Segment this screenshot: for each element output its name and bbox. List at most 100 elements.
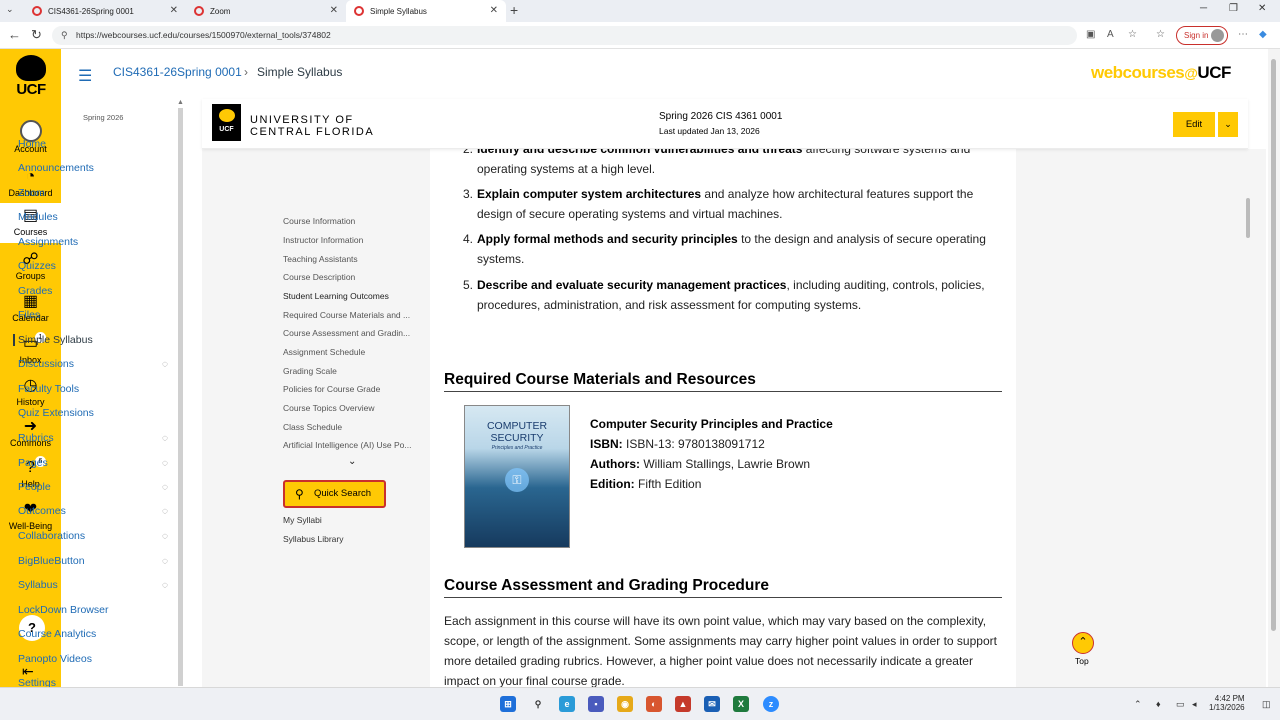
page-scrollbar-thumb[interactable] (1271, 59, 1276, 631)
back-icon[interactable]: ← (8, 27, 21, 42)
syllabus-library-link[interactable]: Syllabus Library (283, 534, 343, 544)
toc-item[interactable]: Grading Scale (283, 366, 423, 376)
course-nav-scrollbar[interactable] (178, 108, 183, 686)
toc-item[interactable]: Assignment Schedule (283, 347, 423, 357)
course-nav-simple-syllabus[interactable]: Simple Syllabus (13, 334, 113, 346)
course-nav-collaborations[interactable]: Collaborations (18, 530, 118, 542)
outcome-number: 4. (463, 232, 474, 246)
frame-scrollbar-thumb[interactable] (1246, 198, 1250, 238)
copilot-icon[interactable]: ◆ (1259, 29, 1267, 40)
course-nav-files[interactable]: Files (18, 309, 118, 321)
toc-item[interactable]: Class Schedule (283, 422, 423, 432)
course-nav-modules[interactable]: Modules (18, 211, 118, 223)
outcome-item: 4. Apply formal methods and security pri… (463, 229, 1008, 269)
toc-item[interactable]: Course Topics Overview (283, 403, 423, 413)
browser-tab-course[interactable]: CIS4361-26Spring 0001 ✕ (24, 0, 186, 22)
course-nav-lockdown-browser[interactable]: LockDown Browser (18, 604, 118, 616)
course-nav-quizzes[interactable]: Quizzes (18, 260, 118, 272)
close-tab-icon[interactable]: ✕ (330, 5, 338, 16)
breadcrumb-page: Simple Syllabus (257, 65, 343, 79)
taskbar-search-icon[interactable]: ⚲ (530, 696, 546, 712)
firefox-icon[interactable]: ◐ (646, 696, 662, 712)
close-window-icon[interactable]: ✕ (1258, 3, 1266, 14)
course-nav-rubrics[interactable]: Rubrics (18, 432, 118, 444)
hidden-eye-icon: ◌ (162, 580, 168, 591)
pdf-reader-icon[interactable]: ▲ (675, 696, 691, 712)
network-icon[interactable]: ▭ (1176, 699, 1185, 710)
university-name-line1: UNIVERSITY OF (250, 114, 354, 126)
close-tab-icon[interactable]: ✕ (170, 5, 178, 16)
back-to-top-button[interactable]: ⌃ (1072, 632, 1094, 654)
toc-item[interactable]: Artificial Intelligence (AI) Use Po... (283, 440, 423, 450)
search-icon: ⚲ (295, 487, 304, 501)
hidden-eye-icon: ◌ (162, 482, 168, 493)
toc-item[interactable]: Course Information (283, 216, 423, 226)
hidden-eye-icon: ◌ (162, 556, 168, 567)
back-to-top-label[interactable]: Top (1075, 656, 1089, 666)
app-icon[interactable]: ▪ (588, 696, 604, 712)
reload-icon[interactable]: ↻ (31, 27, 42, 43)
quick-search-button[interactable]: ⚲ Quick Search (283, 480, 386, 508)
course-nav-announcements[interactable]: Announcements (18, 162, 118, 174)
course-nav-home[interactable]: Home (18, 138, 118, 150)
toc-item[interactable]: Policies for Course Grade (283, 384, 423, 394)
course-nav-panopto-videos[interactable]: Panopto Videos (18, 653, 118, 665)
edge-icon[interactable]: e (559, 696, 575, 712)
course-nav-faculty-tools[interactable]: Faculty Tools (18, 383, 118, 395)
materials-heading: Required Course Materials and Resources (444, 371, 1002, 392)
taskbar-clock[interactable]: 4:42 PM 1/13/2026 (1209, 694, 1245, 712)
microphone-icon[interactable]: ♦ (1156, 699, 1161, 709)
toc-item[interactable]: Required Course Materials and ... (283, 310, 423, 320)
toc-expand-chevron-icon[interactable]: ⌄ (348, 456, 356, 467)
close-tab-icon[interactable]: ✕ (490, 5, 498, 16)
tray-overflow-icon[interactable]: ⌃ (1134, 699, 1142, 710)
course-nav-grades[interactable]: Grades (18, 285, 118, 297)
course-nav-syllabus[interactable]: Syllabus (18, 579, 118, 591)
toc-item-current[interactable]: Student Learning Outcomes (283, 291, 423, 301)
edit-button[interactable]: Edit (1173, 112, 1215, 137)
browser-tab-syllabus[interactable]: Simple Syllabus ✕ (346, 0, 506, 22)
course-nav-people[interactable]: People (18, 481, 118, 493)
toc-item[interactable]: Course Description (283, 272, 423, 282)
notifications-icon[interactable]: ◫ (1262, 699, 1271, 710)
course-nav-bigbluebutton[interactable]: BigBlueButton (18, 555, 118, 567)
zoom-app-icon[interactable]: z (763, 696, 779, 712)
course-menu-toggle-icon[interactable]: ☰ (78, 66, 92, 86)
minimize-icon[interactable]: ─ (1200, 3, 1207, 14)
outlook-icon[interactable]: ✉ (704, 696, 720, 712)
ucf-logo[interactable]: UCF (12, 55, 50, 105)
volume-icon[interactable]: ◂ (1192, 699, 1197, 710)
last-updated: Last updated Jan 13, 2026 (659, 126, 760, 136)
toc-item[interactable]: Instructor Information (283, 235, 423, 245)
my-syllabi-link[interactable]: My Syllabi (283, 515, 322, 525)
url-field[interactable]: ⚲ https://webcourses.ucf.edu/courses/150… (52, 26, 1077, 45)
favorite-star-icon[interactable]: ☆ (1128, 29, 1137, 40)
more-menu-icon[interactable]: ⋯ (1238, 29, 1248, 40)
edit-dropdown-icon[interactable]: ⌄ (1218, 112, 1238, 137)
course-nav-scroll-up-icon[interactable]: ▲ (177, 99, 184, 106)
toc-item[interactable]: Course Assessment and Gradin... (283, 328, 423, 338)
course-nav-course-analytics[interactable]: Course Analytics (18, 628, 118, 640)
new-tab-icon[interactable]: + (510, 2, 518, 18)
page-scrollbar[interactable] (1268, 49, 1280, 687)
breadcrumb-course[interactable]: CIS4361-26Spring 0001 (113, 65, 242, 79)
course-nav-assignments[interactable]: Assignments (18, 236, 118, 248)
course-nav-pages[interactable]: Pages (18, 457, 118, 469)
read-aloud-icon[interactable]: A (1107, 29, 1114, 40)
course-nav-outcomes[interactable]: Outcomes (18, 505, 118, 517)
sign-in-button[interactable]: Sign in (1176, 26, 1228, 45)
course-nav-quiz-extensions[interactable]: Quiz Extensions (18, 407, 118, 419)
course-nav-zoom[interactable]: Zoom (18, 187, 118, 199)
course-nav-discussions[interactable]: Discussions (18, 358, 118, 370)
start-icon[interactable]: ⊞ (500, 696, 516, 712)
browser-tab-zoom[interactable]: Zoom ✕ (186, 0, 346, 22)
site-info-icon[interactable]: ⚲ (61, 30, 68, 41)
maximize-icon[interactable]: ❐ (1229, 3, 1238, 14)
toc-item[interactable]: Teaching Assistants (283, 254, 423, 264)
reader-icon[interactable]: ▣ (1086, 29, 1095, 40)
favorites-icon[interactable]: ☆ (1156, 29, 1165, 40)
chrome-icon[interactable]: ◉ (617, 696, 633, 712)
padlock-icon: ⚿ (505, 468, 529, 492)
excel-icon[interactable]: X (733, 696, 749, 712)
tab-list-icon[interactable]: ⌄ (6, 4, 14, 15)
